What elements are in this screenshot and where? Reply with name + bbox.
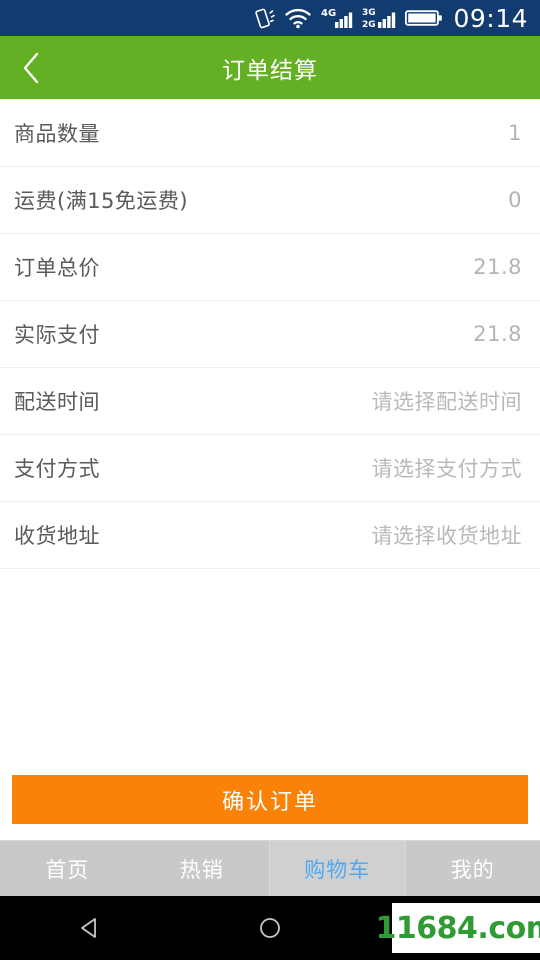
row-value: 21.8: [473, 255, 522, 279]
row-label: 实际支付: [14, 323, 100, 347]
svg-text:4G: 4G: [321, 8, 336, 19]
order-row-delivery-time[interactable]: 配送时间 请选择配送时间: [0, 368, 540, 435]
confirm-button-container: 确认订单: [0, 775, 540, 824]
android-back-button[interactable]: [50, 896, 130, 960]
wifi-icon: [285, 8, 312, 29]
svg-text:2G: 2G: [362, 20, 376, 30]
signal-3g-2g-icon: 3G 2G: [362, 8, 396, 30]
row-label: 配送时间: [14, 390, 100, 414]
order-row-shipping-address[interactable]: 收货地址 请选择收货地址: [0, 502, 540, 569]
row-label: 支付方式: [14, 457, 100, 481]
row-label: 运费(满15免运费): [14, 189, 189, 213]
row-label: 商品数量: [14, 122, 100, 146]
row-value: 1: [508, 121, 522, 145]
vibrate-icon: [255, 8, 276, 29]
watermark-text: 11684.com: [375, 910, 540, 946]
status-bar: 4G 3G 2G 09:14: [0, 0, 540, 36]
battery-icon: [405, 10, 443, 26]
svg-text:3G: 3G: [362, 8, 376, 18]
order-row-payment-method[interactable]: 支付方式 请选择支付方式: [0, 435, 540, 502]
android-home-button[interactable]: [230, 896, 310, 960]
tab-shopping-cart[interactable]: 购物车: [269, 841, 406, 896]
status-bar-clock: 09:14: [453, 3, 528, 33]
watermark: 11684.com: [376, 903, 540, 953]
back-triangle-icon: [81, 918, 96, 938]
row-value: 0: [508, 188, 522, 212]
order-row-shipping-fee[interactable]: 运费(满15免运费) 0: [0, 167, 540, 234]
status-bar-icons: 4G 3G 2G: [253, 6, 443, 30]
chevron-left-icon: [23, 52, 39, 83]
bottom-tab-bar: 首页 热销 购物车 我的: [0, 840, 540, 896]
page-title: 订单结算: [222, 57, 318, 84]
row-label: 订单总价: [14, 256, 100, 280]
order-row-actual-payment[interactable]: 实际支付 21.8: [0, 301, 540, 368]
order-summary-list: 商品数量 1 运费(满15免运费) 0 订单总价 21.8 实际支付 21.8 …: [0, 99, 540, 569]
row-label: 收货地址: [14, 524, 100, 548]
order-row-total-price[interactable]: 订单总价 21.8: [0, 234, 540, 301]
confirm-button-gap: [0, 824, 540, 840]
row-value: 请选择配送时间: [371, 390, 522, 414]
order-row-item-count[interactable]: 商品数量 1: [0, 100, 540, 167]
signal-4g-icon: 4G: [321, 8, 353, 28]
tab-hot-sales[interactable]: 热销: [135, 841, 270, 896]
tab-home[interactable]: 首页: [0, 841, 135, 896]
app-header: 订单结算: [0, 36, 540, 99]
phone-screen: 4G 3G 2G 09:14 订单结算 商品数量 1 运费(满15免运费) 0 …: [0, 0, 540, 960]
row-value: 请选择收货地址: [371, 524, 522, 548]
row-value: 21.8: [473, 322, 522, 346]
confirm-order-button[interactable]: 确认订单: [12, 775, 528, 824]
back-button[interactable]: [0, 36, 62, 99]
row-value: 请选择支付方式: [371, 457, 522, 481]
home-circle-icon: [260, 918, 280, 938]
tab-mine[interactable]: 我的: [406, 841, 540, 896]
content-spacer: [0, 569, 540, 775]
